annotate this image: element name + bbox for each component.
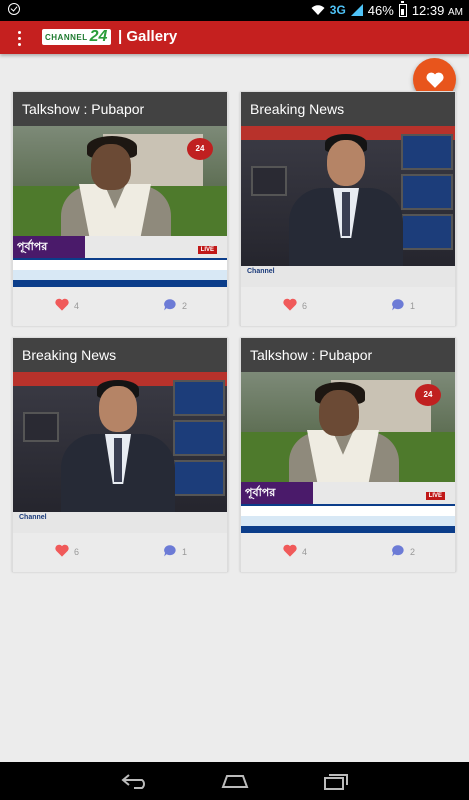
heart-icon xyxy=(55,544,69,557)
status-bar: 3G 46% 12:39 AM xyxy=(0,0,469,21)
back-button[interactable] xyxy=(120,771,150,791)
clock: 12:39 AM xyxy=(412,3,463,18)
check-circle-icon xyxy=(8,3,20,15)
video-thumbnail[interactable]: 24 পূর্বাপর LIVE xyxy=(13,126,227,287)
thumb-channel-logo: Channel xyxy=(247,268,275,275)
video-thumbnail[interactable]: Channel xyxy=(241,126,455,287)
thumb-channel-logo: Channel xyxy=(19,514,47,521)
live-badge: LIVE xyxy=(197,246,217,254)
video-thumbnail[interactable]: 24 পূর্বাপর LIVE xyxy=(241,372,455,533)
home-icon xyxy=(221,775,249,788)
clock-time: 12:39 xyxy=(411,2,445,18)
comment-count: 1 xyxy=(410,301,416,311)
recent-apps-button[interactable] xyxy=(320,771,350,791)
back-icon xyxy=(121,774,145,789)
logo-text: CHANNEL xyxy=(45,32,88,42)
gallery-card[interactable]: Breaking News Channel 6 1 xyxy=(240,91,456,326)
network-type: 3G xyxy=(329,3,346,17)
overflow-menu-icon[interactable] xyxy=(10,28,28,48)
thumb-caption: পূর্বাপর xyxy=(13,236,85,258)
video-thumbnail[interactable]: Channel xyxy=(13,372,227,533)
comment-count: 2 xyxy=(410,547,416,557)
comment-count: 1 xyxy=(182,547,188,557)
card-title: Talkshow : Pubapor xyxy=(13,92,227,126)
gallery-card[interactable]: Talkshow : Pubapor 24 পূর্বাপর LIVE 4 2 xyxy=(12,91,228,326)
signal-icon xyxy=(350,4,363,16)
gallery-card[interactable]: Breaking News Channel 6 1 xyxy=(12,337,228,572)
like-button[interactable]: 4 xyxy=(283,544,307,557)
channel-logo: CHANNEL 24 xyxy=(42,28,112,45)
like-button[interactable]: 4 xyxy=(55,298,79,311)
thumb-channel-logo: 24 xyxy=(415,384,441,406)
comment-button[interactable]: 2 xyxy=(163,298,187,311)
card-title: Talkshow : Pubapor xyxy=(241,338,455,372)
heart-icon xyxy=(425,72,444,88)
logo-number: 24 xyxy=(89,28,108,45)
like-button[interactable]: 6 xyxy=(283,298,307,311)
thumb-caption: পূর্বাপর xyxy=(241,482,313,504)
heart-icon xyxy=(55,298,69,311)
heart-icon xyxy=(283,298,297,311)
like-button[interactable]: 6 xyxy=(55,544,79,557)
app-bar: CHANNEL 24 | Gallery xyxy=(0,21,469,54)
heart-icon xyxy=(283,544,297,557)
like-count: 4 xyxy=(302,547,308,557)
comment-bubble-icon xyxy=(164,299,176,311)
comment-button[interactable]: 1 xyxy=(163,544,187,557)
clock-suffix: AM xyxy=(448,6,463,18)
comment-button[interactable]: 2 xyxy=(391,544,415,557)
thumb-channel-logo: 24 xyxy=(187,138,213,160)
like-count: 4 xyxy=(74,301,80,311)
system-nav-bar xyxy=(0,762,469,800)
gallery-card[interactable]: Talkshow : Pubapor 24 পূর্বাপর LIVE 4 2 xyxy=(240,337,456,572)
like-count: 6 xyxy=(302,301,308,311)
comment-count: 2 xyxy=(182,301,188,311)
comment-button[interactable]: 1 xyxy=(391,298,415,311)
comment-bubble-icon xyxy=(392,545,404,557)
home-button[interactable] xyxy=(220,771,250,791)
wifi-icon xyxy=(311,4,325,16)
comment-bubble-icon xyxy=(392,299,404,311)
battery-percent: 46% xyxy=(367,2,394,18)
card-title: Breaking News xyxy=(13,338,227,372)
live-badge: LIVE xyxy=(425,492,445,500)
recent-apps-icon xyxy=(324,774,348,790)
battery-icon xyxy=(398,0,407,17)
page-title: | Gallery xyxy=(118,28,178,45)
card-title: Breaking News xyxy=(241,92,455,126)
like-count: 6 xyxy=(74,547,80,557)
comment-bubble-icon xyxy=(164,545,176,557)
